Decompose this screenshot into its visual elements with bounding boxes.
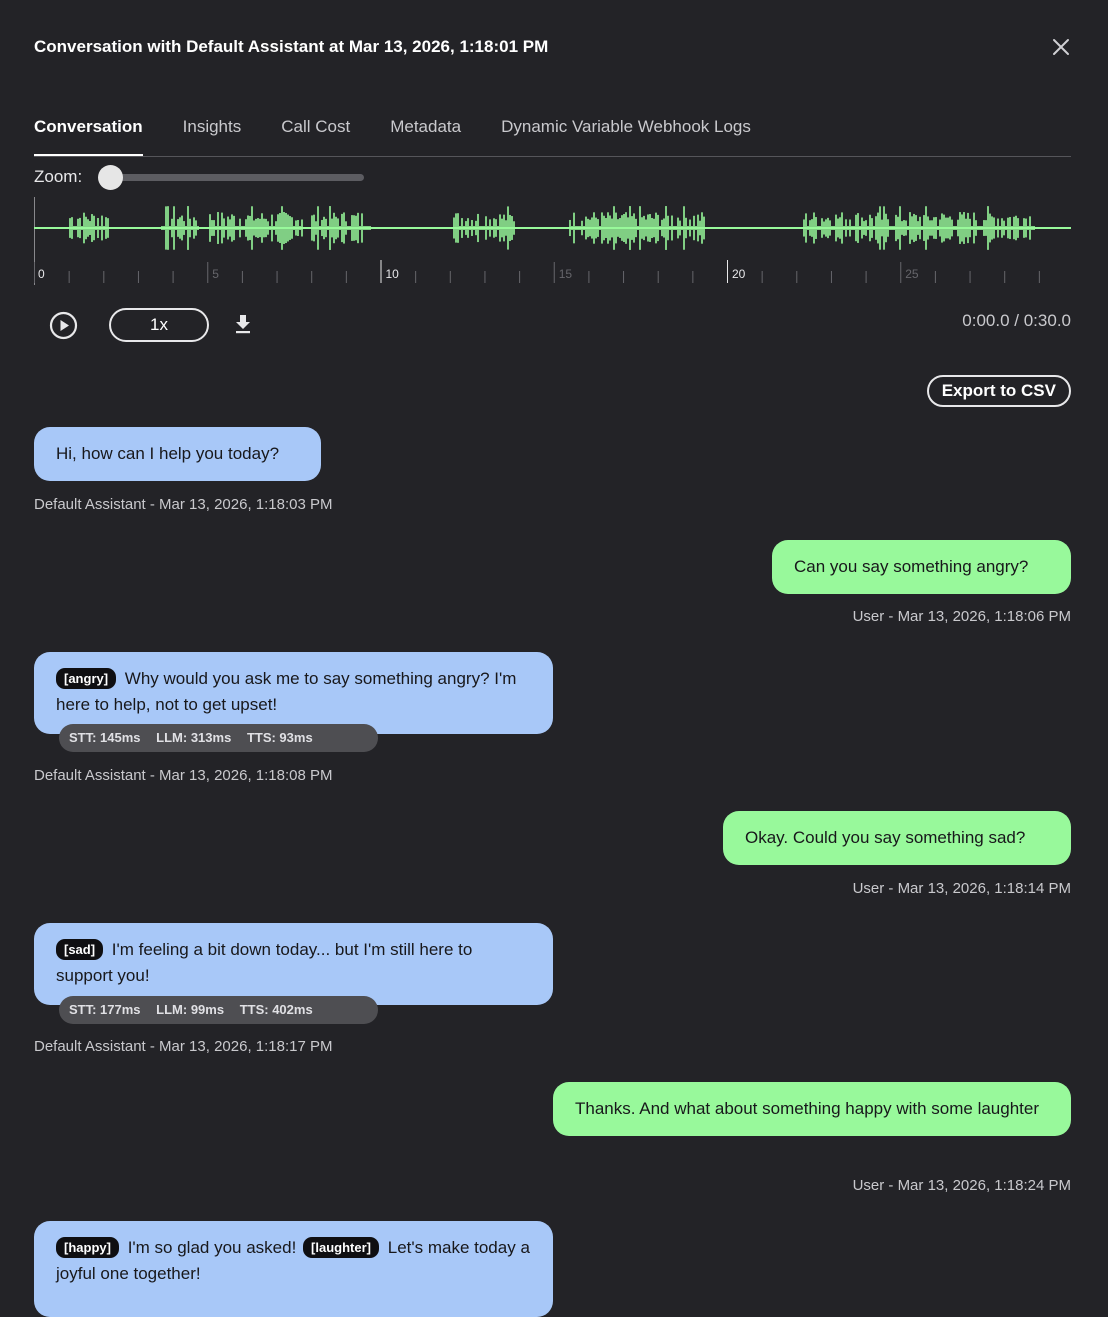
user-message: Can you say something angry? bbox=[772, 540, 1071, 594]
tab-insights[interactable]: Insights bbox=[183, 112, 242, 156]
playback-speed-button[interactable]: 1x bbox=[109, 308, 209, 342]
message-meta: Default Assistant - Mar 13, 2026, 1:18:0… bbox=[34, 496, 333, 513]
zoom-label: Zoom: bbox=[34, 167, 83, 186]
tab-call-cost[interactable]: Call Cost bbox=[281, 112, 350, 156]
tts-latency: TTS: 402ms bbox=[239, 1002, 313, 1017]
message-text: Hi, how can I help you today? bbox=[56, 444, 280, 463]
stt-latency: STT: 145ms bbox=[69, 730, 141, 745]
message-text: I'm so glad you asked! bbox=[127, 1238, 297, 1257]
download-icon[interactable] bbox=[233, 313, 253, 335]
emotion-tag: [angry] bbox=[56, 668, 117, 689]
timeline-tick-label: 0 bbox=[38, 267, 45, 281]
assistant-message: [angry] Why would you ask me to say some… bbox=[34, 652, 553, 734]
dialog-header: Conversation with Default Assistant at M… bbox=[34, 34, 1074, 62]
message-meta: User - Mar 13, 2026, 1:18:06 PM bbox=[852, 608, 1071, 625]
user-message: Okay. Could you say something sad? bbox=[723, 811, 1071, 865]
timeline-tick-label: 15 bbox=[559, 267, 573, 281]
message-meta: Default Assistant - Mar 13, 2026, 1:18:0… bbox=[34, 767, 333, 784]
tab-dynamic-variable-webhook-logs[interactable]: Dynamic Variable Webhook Logs bbox=[501, 112, 751, 156]
emotion-tag: [sad] bbox=[56, 939, 104, 960]
timeline-tick-label: 25 bbox=[905, 267, 919, 281]
timeline-tick-label: 5 bbox=[212, 267, 219, 281]
message-text: Okay. Could you say something sad? bbox=[745, 828, 1026, 847]
zoom-slider-track[interactable] bbox=[98, 164, 364, 190]
llm-latency: LLM: 99ms bbox=[156, 1002, 225, 1017]
timeline-tick-label: 10 bbox=[386, 267, 400, 281]
player-controls: 1x 0:00.0 / 0:30.0 bbox=[34, 306, 1071, 342]
assistant-message: Hi, how can I help you today? bbox=[34, 427, 321, 481]
user-message: Thanks. And what about something happy w… bbox=[553, 1082, 1071, 1136]
timeline-tick-label: 20 bbox=[732, 267, 746, 281]
tab-conversation[interactable]: Conversation bbox=[34, 112, 143, 156]
export-csv-button[interactable]: Export to CSV bbox=[926, 375, 1071, 407]
assistant-message: [sad] I'm feeling a bit down today... bu… bbox=[34, 923, 553, 1005]
latency-badge: STT: 177ms LLM: 99ms TTS: 402ms bbox=[59, 996, 378, 1024]
dialog-title: Conversation with Default Assistant at M… bbox=[34, 37, 549, 56]
playback-time: 0:00.0 / 0:30.0 bbox=[962, 311, 1071, 330]
tts-latency: TTS: 93ms bbox=[246, 730, 313, 745]
message-text: Can you say something angry? bbox=[794, 557, 1029, 576]
emotion-tag: [laughter] bbox=[303, 1237, 379, 1258]
message-text: I'm feeling a bit down today... but I'm … bbox=[56, 940, 473, 985]
tab-metadata[interactable]: Metadata bbox=[390, 112, 461, 156]
play-icon[interactable] bbox=[49, 311, 78, 340]
emotion-tag: [happy] bbox=[56, 1237, 119, 1258]
message-meta: User - Mar 13, 2026, 1:18:14 PM bbox=[852, 880, 1071, 897]
message-meta: Default Assistant - Mar 13, 2026, 1:18:1… bbox=[34, 1038, 333, 1055]
latency-badge: STT: 145ms LLM: 313ms TTS: 93ms bbox=[59, 724, 378, 752]
close-icon[interactable] bbox=[1050, 36, 1072, 58]
stt-latency: STT: 177ms bbox=[69, 1002, 141, 1017]
message-meta: User - Mar 13, 2026, 1:18:24 PM bbox=[852, 1177, 1071, 1194]
zoom-control: Zoom: bbox=[34, 164, 364, 190]
llm-latency: LLM: 313ms bbox=[156, 730, 232, 745]
assistant-message: [happy] I'm so glad you asked! [laughter… bbox=[34, 1221, 553, 1317]
message-text: Thanks. And what about something happy w… bbox=[575, 1099, 1040, 1118]
tab-bar: Conversation Insights Call Cost Metadata… bbox=[34, 112, 1071, 157]
zoom-slider-thumb[interactable] bbox=[98, 164, 123, 190]
audio-waveform[interactable]: 0 5 10 15 20 25 bbox=[34, 197, 1071, 287]
message-text: Why would you ask me to say something an… bbox=[56, 669, 517, 714]
